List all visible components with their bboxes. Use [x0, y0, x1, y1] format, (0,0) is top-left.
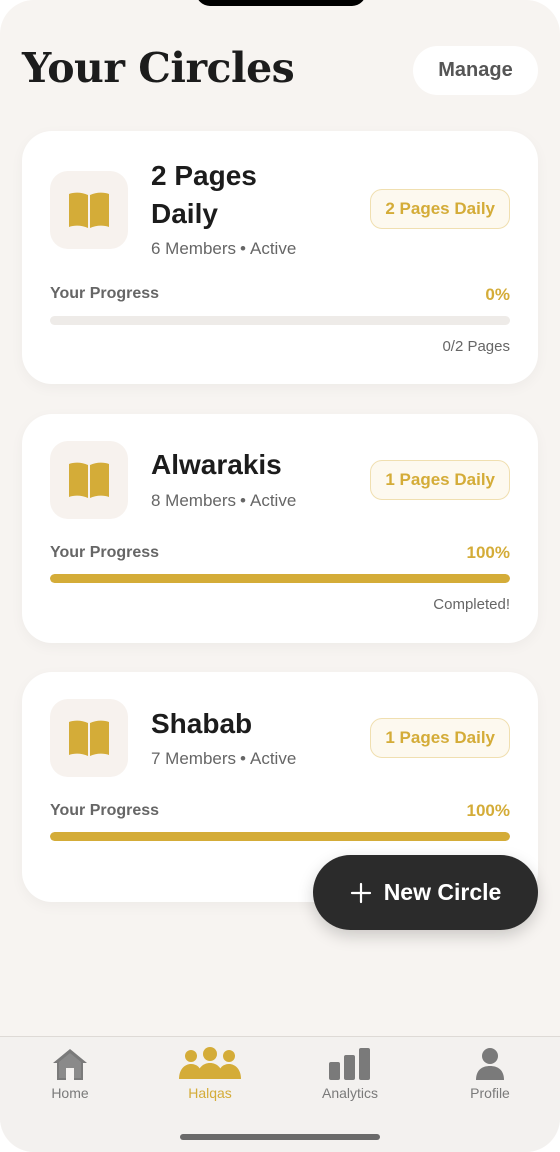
circle-card[interactable]: 2 Pages Daily 6 Members • Active 2 Pages D… [22, 131, 538, 384]
progress-track [50, 832, 510, 841]
tab-halqas[interactable]: Halqas [150, 1037, 270, 1117]
member-count: 6 Members [151, 239, 237, 258]
progress-label: Your Progress [50, 285, 160, 302]
new-circle-button[interactable]: New Circle [313, 855, 538, 930]
progress-fill [50, 832, 510, 841]
meta-separator: • [240, 749, 246, 768]
page-title: Your Circles [22, 44, 295, 92]
tab-analytics-label: Analytics [321, 1085, 379, 1101]
home-indicator [180, 1134, 380, 1140]
progress-label: Your Progress [50, 544, 160, 561]
book-icon [69, 720, 109, 756]
daily-goal-badge: 1 Pages Daily [370, 718, 510, 758]
circle-meta: 7 Members • Active [151, 749, 296, 769]
circle-meta: 6 Members • Active [151, 239, 296, 259]
status-text: Active [249, 749, 297, 768]
progress-percent: 0% [485, 285, 510, 304]
device-notch [196, 0, 366, 6]
progress-label: Your Progress [50, 802, 160, 819]
tab-analytics[interactable]: Analytics [290, 1037, 410, 1117]
tab-halqas-label: Halqas [188, 1085, 232, 1101]
circle-name-line2: Daily [151, 198, 218, 229]
person-icon [476, 1048, 504, 1080]
circle-name-line1: 2 Pages [151, 160, 257, 191]
new-circle-label: New Circle [383, 879, 502, 905]
book-icon [69, 192, 109, 228]
circle-name: Alwarakis [151, 449, 282, 480]
progress-track [50, 316, 510, 325]
tab-home-label: Home [51, 1085, 89, 1101]
group-icon [179, 1047, 241, 1079]
meta-separator: • [240, 239, 246, 258]
member-count: 8 Members [151, 491, 237, 510]
home-icon [53, 1049, 87, 1080]
bar-chart-icon [329, 1048, 370, 1080]
book-icon-box [50, 699, 128, 777]
progress-percent: 100% [466, 543, 510, 562]
progress-note: 0/2 Pages [442, 338, 510, 355]
book-icon [69, 462, 109, 498]
tab-home[interactable]: Home [10, 1037, 130, 1117]
status-text: Active [249, 239, 297, 258]
book-icon-box [50, 171, 128, 249]
progress-fill [50, 574, 510, 583]
member-count: 7 Members [151, 749, 237, 768]
progress-percent: 100% [466, 801, 510, 820]
progress-note: Completed! [433, 596, 510, 613]
manage-button[interactable]: Manage [413, 46, 538, 95]
tab-profile[interactable]: Profile [430, 1037, 550, 1117]
book-icon-box [50, 441, 128, 519]
circle-name: 2 Pages Daily [151, 157, 257, 233]
plus-icon [350, 882, 371, 903]
daily-goal-badge: 2 Pages Daily [370, 189, 510, 229]
daily-goal-badge: 1 Pages Daily [370, 460, 510, 500]
circle-card[interactable]: Alwarakis 8 Members • Active 1 Pages Daily… [22, 414, 538, 643]
app-screen: Your Circles Manage 2 Pages Daily 6 Memb… [0, 0, 560, 1152]
meta-separator: • [240, 491, 246, 510]
circle-name: Shabab [151, 708, 253, 739]
circle-meta: 8 Members • Active [151, 491, 296, 511]
status-text: Active [249, 491, 297, 510]
progress-track [50, 574, 510, 583]
tab-profile-label: Profile [470, 1085, 510, 1101]
